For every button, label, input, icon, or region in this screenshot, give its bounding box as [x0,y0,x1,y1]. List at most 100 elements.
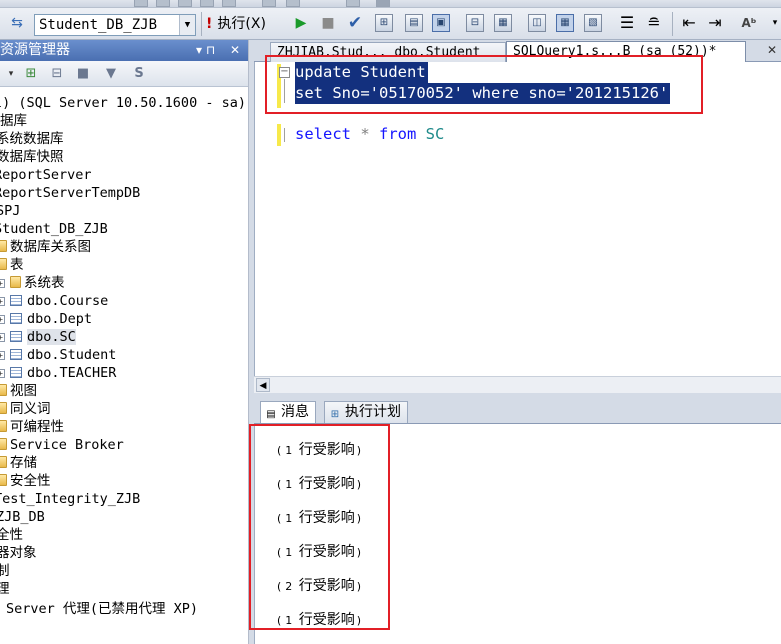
disconnect-icon[interactable]: ⊟ [48,65,66,83]
decrease-indent-icon[interactable]: ⇤ [680,14,698,32]
comment-icon[interactable]: ☰ [618,14,636,32]
display-plan-icon[interactable]: ⊞ [375,14,393,32]
code-line-2: set Sno='05170052' where sno='201215126' [295,83,671,104]
execute-label: 执行(X) [217,16,266,32]
editor-gutter [255,62,277,376]
tree-item-reportservertempdb[interactable]: ReportServerTempDB [0,184,140,202]
tree-item-spj[interactable]: SPJ [0,202,20,220]
change-marker [277,124,281,146]
folder-icon [0,438,7,450]
folder-icon [0,420,7,432]
message-line: (1 行受影响) [277,612,362,628]
tree-item-management[interactable]: 理 [0,580,10,598]
database-combo[interactable]: Student_DB_ZJB ▼ [34,14,196,36]
editor-horizontal-scrollbar[interactable]: ◀ [254,376,781,393]
tab-sqlquery1[interactable]: SQLQuery1.s...B (sa (52))* [506,41,746,63]
tree-item-reportserver[interactable]: ReportServer [0,166,92,184]
expand-icon[interactable]: + [0,333,5,342]
table-icon [10,331,22,342]
scroll-left-icon[interactable]: ◀ [256,378,270,392]
tree-item-sc[interactable]: + dbo.SC [0,328,76,346]
chevron-down-icon[interactable]: ▼ [179,15,195,35]
increase-indent-icon[interactable]: ⇥ [706,14,724,32]
folder-icon [10,276,21,288]
tab-execution-plan[interactable]: ⊞ 执行计划 [324,401,408,423]
object-explorer-title: 资源管理器 [0,42,70,58]
folder-icon [0,384,7,396]
tree-item-test-integrity[interactable]: Test_Integrity_ZJB [0,490,140,508]
tree-item-server[interactable]: l) (SQL Server 10.50.1600 - sa) [0,94,246,112]
table-icon [10,349,22,360]
expand-icon[interactable]: + [0,315,5,324]
tree-item-agent[interactable]: Server 代理(已禁用代理 XP) [6,600,198,618]
filter-icon[interactable]: ▼ [102,65,120,83]
folder-icon [0,474,7,486]
tree-item-views[interactable]: 视图 [0,382,37,400]
execute-button[interactable]: ! 执行(X) [206,14,266,34]
tree-item-security-db[interactable]: 安全性 [0,472,51,490]
tree-item-zjb-db[interactable]: ZJB_DB [0,508,45,526]
tree-item-course[interactable]: + dbo.Course [0,292,108,310]
tree-item-dept[interactable]: + dbo.Dept [0,310,92,328]
table-icon [10,313,22,324]
tree-item-service-broker[interactable]: Service Broker [0,436,124,454]
message-line: (1 行受影响) [277,510,362,526]
tree-item-student[interactable]: + dbo.Student [0,346,116,364]
tree-item-student-db[interactable]: Student_DB_ZJB [0,220,108,238]
specify-values-icon[interactable]: Aᵇ [740,14,758,32]
uncomment-icon[interactable]: ≘ [645,14,663,32]
folder-icon [0,240,7,252]
results-tab-strip: ▤ 消息 ⊞ 执行计划 [254,398,781,424]
connection-icon[interactable]: ⇆ [8,14,26,32]
folder-icon [0,258,7,270]
connect-icon[interactable]: ⊞ [22,65,40,83]
tree-item-system-tables[interactable]: + 系统表 [0,274,65,292]
tree-item-storage[interactable]: 存储 [0,454,37,472]
expand-icon[interactable]: + [0,297,5,306]
toolbar-top-strip [0,0,781,8]
table-icon [10,367,22,378]
results-to-grid-icon[interactable]: ▦ [494,14,512,32]
tree-item-server-objects[interactable]: 器对象 [0,544,37,562]
grid-toggle-icon[interactable]: ▦ [556,14,574,32]
query-designer-icon[interactable]: ▤ [405,14,423,32]
toolbar-overflow-icon[interactable]: ▾ [766,14,781,32]
tree-item-databases[interactable]: 据库 [0,112,27,130]
tree-item-programmability[interactable]: 可编程性 [0,418,64,436]
expand-icon[interactable]: + [0,279,5,288]
collapse-icon[interactable]: − [279,67,290,78]
include-plan-icon[interactable]: ▣ [432,14,450,32]
tree-item-tables[interactable]: 表 [0,256,24,274]
sql-editor[interactable]: − update Student set Sno='05170052' wher… [254,62,781,376]
message-line: (1 行受影响) [277,442,362,458]
client-stats-icon[interactable]: ▧ [584,14,602,32]
expand-icon[interactable]: + [0,351,5,360]
message-line: (1 行受影响) [277,476,362,492]
tab-student-table[interactable]: ZHJIAB.Stud... dbo.Student [270,42,506,62]
message-icon: ▤ [266,409,276,420]
tree-item-teacher[interactable]: + dbo.TEACHER [0,364,116,382]
tree-item-replication[interactable]: 制 [0,562,10,580]
expand-icon[interactable]: + [0,369,5,378]
results-to-file-icon[interactable]: ◫ [528,14,546,32]
refresh-icon[interactable]: S [130,65,148,83]
tree-item-system-databases[interactable]: 系统数据库 [0,130,64,148]
tree-item-security[interactable]: 全性 [0,526,23,544]
stop-icon[interactable]: ■ [319,14,337,32]
tab-messages[interactable]: ▤ 消息 [260,401,316,423]
execution-plan-icon: ⊞ [330,409,340,420]
close-icon[interactable]: ✕ [230,40,240,61]
connect-dropdown-icon[interactable]: ▾ [2,65,20,83]
results-to-text-icon[interactable]: ⊟ [466,14,484,32]
tree-item-snapshots[interactable]: 数据库快照 [0,148,64,166]
fold-guide [284,128,285,142]
stop-icon[interactable]: ■ [74,65,92,83]
message-line: (2 行受影响) [277,578,362,594]
tree-item-diagrams[interactable]: 数据库关系图 [0,238,91,256]
check-icon[interactable]: ✔ [346,14,364,32]
pin-icon[interactable]: ▾ ⊓ [196,40,215,61]
close-icon[interactable]: ✕ [767,43,777,57]
tree-item-synonyms[interactable]: 同义词 [0,400,51,418]
play-icon[interactable]: ▶ [292,14,310,32]
query-toolbar: ⇆ Student_DB_ZJB ▼ ! 执行(X) ▶ ■ ✔ ⊞ ▤ ▣ ⊟ … [0,0,781,40]
